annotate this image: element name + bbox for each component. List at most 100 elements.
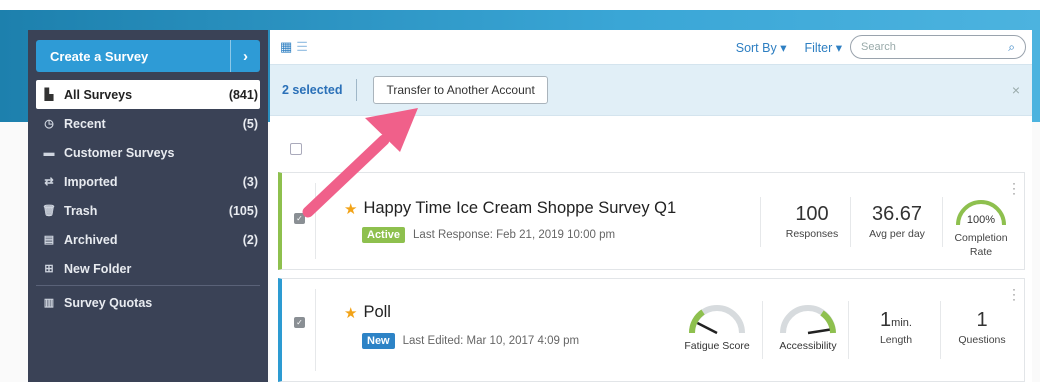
survey-title-row: ★ Happy Time Ice Cream Shoppe Survey Q1 — [344, 199, 676, 218]
sidebar-item-label: New Folder — [64, 261, 132, 276]
length-label: Length — [879, 334, 913, 346]
sidebar-item-label: Recent — [64, 116, 106, 131]
exchange-icon: ⇄ — [44, 176, 54, 188]
sidebar-item-label: All Surveys — [64, 87, 133, 102]
star-icon[interactable]: ★ — [344, 200, 357, 218]
length-unit: min. — [891, 317, 912, 329]
completion-rate-stat: 100% Completion Rate — [950, 197, 1012, 258]
sidebar-item-count: (841) — [228, 87, 258, 102]
avg-label: Avg per day — [869, 228, 925, 240]
divider — [760, 197, 761, 247]
length-value-wrap: 1min. — [854, 309, 938, 332]
trash-icon: 🗑 — [42, 205, 56, 217]
search-icon[interactable]: ⌕ — [1008, 40, 1015, 55]
divider — [942, 197, 943, 247]
create-survey-button[interactable]: Create a Survey › — [36, 40, 260, 72]
divider — [762, 301, 763, 359]
sidebar-item-recent[interactable]: ◷ Recent (5) — [28, 109, 268, 138]
survey-meta: Active Last Response: Feb 21, 2019 10:00… — [362, 227, 615, 243]
last-response: Last Response: Feb 21, 2019 10:00 pm — [413, 229, 616, 241]
toolbar: ▦ ☰ Sort By ▾ Filter ▾ Search ⌕ — [270, 30, 1032, 64]
list-view-icon[interactable]: ☰ — [296, 39, 308, 55]
search-placeholder: Search — [861, 41, 896, 53]
divider — [850, 197, 851, 247]
main-panel: ▦ ☰ Sort By ▾ Filter ▾ Search ⌕ 2 select… — [270, 30, 1032, 382]
sidebar-item-label: Archived — [64, 232, 118, 247]
sidebar-item-label: Customer Surveys — [64, 145, 175, 160]
close-icon[interactable]: × — [1012, 82, 1020, 98]
sidebar-item-customer-surveys[interactable]: ▬ Customer Surveys — [28, 138, 268, 167]
plus-square-icon: ⊞ — [44, 263, 54, 275]
length-value: 1 — [880, 309, 892, 331]
transfer-account-button[interactable]: Transfer to Another Account — [373, 76, 548, 104]
selection-bar: 2 selected Transfer to Another Account × — [270, 64, 1032, 116]
survey-title-row: ★ Poll — [344, 303, 391, 322]
more-options-icon[interactable]: · · · — [1012, 283, 1016, 305]
selected-count: 2 selected — [282, 83, 343, 97]
accessibility-stat: Accessibility — [770, 301, 846, 352]
responses-label: Responses — [785, 228, 839, 240]
length-stat: 1min. Length — [854, 309, 938, 346]
status-badge: Active — [362, 227, 406, 243]
chevron-right-icon[interactable]: › — [230, 40, 260, 72]
responses-value: 100 — [795, 203, 829, 225]
checkbox-checked[interactable]: ✓ — [294, 213, 305, 224]
fatigue-score-stat: Fatigue Score — [682, 301, 752, 352]
questions-value: 1 — [976, 309, 988, 331]
clock-icon: ◷ — [44, 118, 54, 130]
status-badge: New — [362, 333, 395, 349]
avg-value: 36.67 — [871, 203, 923, 225]
grid-view-icon[interactable]: ▦ — [280, 39, 292, 55]
survey-card[interactable]: ✓ ★ Happy Time Ice Cream Shoppe Survey Q… — [278, 172, 1025, 270]
completion-label-rate: Rate — [969, 246, 993, 258]
sidebar: Create a Survey › ▙ All Surveys (841) ◷ Rece… — [28, 30, 268, 382]
checkbox-checked[interactable]: ✓ — [294, 317, 305, 328]
completion-label: Completion — [954, 232, 1008, 244]
sidebar-item-count: (2) — [242, 232, 258, 247]
sidebar-nav: ▙ All Surveys (841) ◷ Recent (5) ▬ Customer Sur… — [28, 80, 268, 317]
search-input[interactable]: Search ⌕ — [850, 35, 1026, 59]
divider — [940, 301, 941, 359]
responses-stat: 100 Responses — [772, 203, 852, 240]
avg-per-day-stat: 36.67 Avg per day — [854, 203, 940, 240]
sidebar-item-new-folder[interactable]: ⊞ New Folder — [28, 254, 268, 283]
survey-title[interactable]: Happy Time Ice Cream Shoppe Survey Q1 — [363, 199, 676, 218]
survey-card[interactable]: ✓ ★ Poll New Last Edited: Mar 10, 2017 4… — [278, 278, 1025, 382]
divider — [315, 183, 316, 259]
archive-icon: ▤ — [43, 234, 55, 246]
bar-chart-icon: ▥ — [43, 297, 55, 309]
sidebar-item-count: (5) — [242, 116, 258, 131]
file-icon: ▙ — [44, 89, 54, 101]
page-top-strip — [0, 0, 1040, 10]
divider — [315, 289, 316, 371]
filter-dropdown[interactable]: Filter ▾ — [804, 40, 842, 55]
sort-by-dropdown[interactable]: Sort By ▾ — [736, 40, 787, 55]
sidebar-item-label: Trash — [64, 203, 98, 218]
sidebar-item-all-surveys[interactable]: ▙ All Surveys (841) — [36, 80, 260, 109]
sidebar-item-label: Survey Quotas — [64, 295, 153, 310]
sidebar-item-trash[interactable]: 🗑 Trash (105) — [28, 196, 268, 225]
last-edited: Last Edited: Mar 10, 2017 4:09 pm — [402, 335, 580, 347]
questions-label: Questions — [958, 334, 1006, 346]
view-toggle: ▦ ☰ — [280, 39, 308, 55]
sidebar-item-count: (105) — [228, 203, 258, 218]
more-options-icon[interactable]: · · · — [1012, 177, 1016, 199]
select-all-checkbox[interactable] — [290, 143, 302, 155]
completion-value: 100% — [967, 214, 995, 226]
sidebar-item-imported[interactable]: ⇄ Imported (3) — [28, 167, 268, 196]
survey-meta: New Last Edited: Mar 10, 2017 4:09 pm — [362, 333, 579, 349]
star-icon[interactable]: ★ — [344, 304, 357, 322]
accessibility-label: Accessibility — [779, 340, 837, 352]
divider — [356, 79, 358, 101]
sidebar-item-count: (3) — [242, 174, 258, 189]
create-survey-label: Create a Survey — [50, 48, 149, 64]
folder-icon: ▬ — [43, 146, 55, 159]
sidebar-item-survey-quotas[interactable]: ▥ Survey Quotas — [28, 288, 268, 317]
divider — [36, 285, 260, 286]
questions-stat: 1 Questions — [946, 309, 1018, 346]
accessibility-gauge — [780, 305, 836, 335]
fatigue-gauge — [688, 305, 745, 335]
survey-title[interactable]: Poll — [363, 303, 391, 322]
completion-gauge: 100% — [956, 200, 1006, 226]
sidebar-item-archived[interactable]: ▤ Archived (2) — [28, 225, 268, 254]
